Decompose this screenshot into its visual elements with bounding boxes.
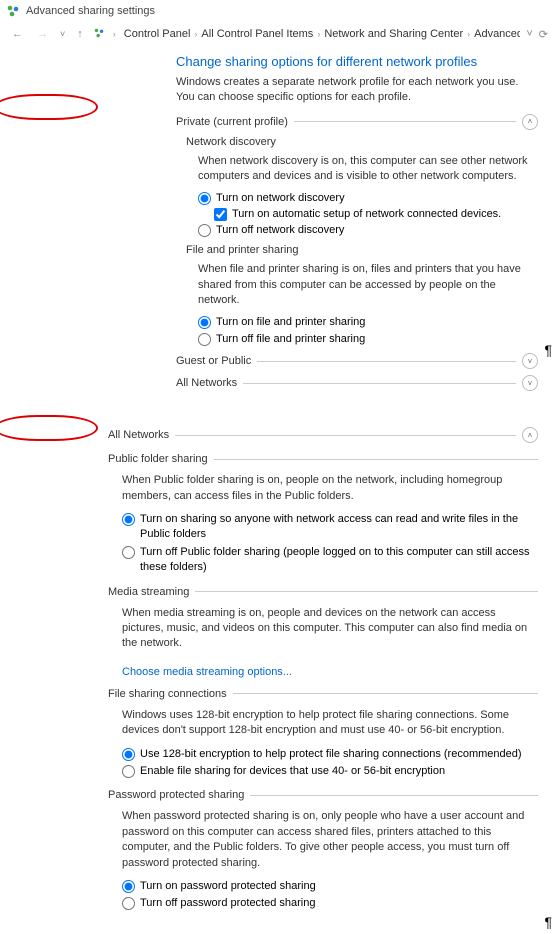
radio-group-network-discovery: Turn on network discovery Turn on automa… xyxy=(198,191,538,239)
refresh-dropdown-icon[interactable]: ˅ xyxy=(526,28,532,41)
radio-group-public-folder: Turn on sharing so anyone with network a… xyxy=(122,512,538,576)
expand-icon[interactable]: ˅ xyxy=(522,375,538,391)
desc-file-printer: When file and printer sharing is on, fil… xyxy=(198,262,534,308)
section-private-title: Private (current profile) xyxy=(176,116,288,128)
forward-button[interactable]: → xyxy=(33,26,52,42)
expand-icon[interactable]: ˅ xyxy=(522,353,538,369)
breadcrumb-icon xyxy=(93,27,105,42)
radio-pf-off[interactable]: Turn off Public folder sharing (people l… xyxy=(122,545,538,576)
window-titlebar: Advanced sharing settings xyxy=(0,0,556,22)
collapse-icon[interactable]: ˄ xyxy=(522,427,538,443)
back-button[interactable]: ← xyxy=(8,26,27,42)
radio-input[interactable] xyxy=(122,546,135,559)
crumb-control-panel[interactable]: Control Panel xyxy=(124,28,191,40)
radio-group-file-printer: Turn on file and printer sharing Turn of… xyxy=(198,315,538,348)
breadcrumb: Control Panel › All Control Panel Items … xyxy=(124,28,521,40)
crumb-advanced-sharing[interactable]: Advanced sharing settings xyxy=(474,28,520,40)
radio-nd-on[interactable]: Turn on network discovery xyxy=(198,191,538,206)
subhead-public-folder: Public folder sharing xyxy=(108,453,538,465)
radio-input[interactable] xyxy=(198,224,211,237)
section-private[interactable]: Private (current profile) ˄ xyxy=(176,114,538,130)
up-button[interactable]: ↑ xyxy=(73,26,87,42)
radio-input[interactable] xyxy=(122,765,135,778)
crumb-all-items[interactable]: All Control Panel Items xyxy=(201,28,313,40)
radio-input[interactable] xyxy=(122,880,135,893)
chevron-right-icon: › xyxy=(111,29,118,39)
refresh-icon[interactable]: ⟳ xyxy=(539,28,548,41)
radio-input[interactable] xyxy=(198,333,211,346)
page-subtext: Windows creates a separate network profi… xyxy=(176,75,538,106)
divider xyxy=(257,361,516,362)
subhead-password: Password protected sharing xyxy=(108,789,538,801)
chevron-right-icon: › xyxy=(465,29,472,39)
content-upper: Change sharing options for different net… xyxy=(0,46,556,413)
annotation-circle-allnetworks xyxy=(0,415,98,441)
subhead-network-discovery: Network discovery xyxy=(186,136,538,148)
section-allnetworks-title: All Networks xyxy=(108,429,169,441)
divider xyxy=(214,459,538,460)
radio-group-password: Turn on password protected sharing Turn … xyxy=(122,879,538,912)
crumb-network-center[interactable]: Network and Sharing Center xyxy=(324,28,463,40)
desc-encryption: Windows uses 128-bit encryption to help … xyxy=(122,708,534,739)
pilcrow-mark: ¶ xyxy=(544,342,552,358)
divider xyxy=(175,435,516,436)
radio-input[interactable] xyxy=(122,897,135,910)
network-icon xyxy=(6,4,20,18)
subhead-file-printer: File and printer sharing xyxy=(186,244,538,256)
divider xyxy=(294,121,516,122)
radio-group-encryption: Use 128-bit encryption to help protect f… xyxy=(122,747,538,780)
link-media-options[interactable]: Choose media streaming options... xyxy=(122,666,292,678)
radio-input[interactable] xyxy=(122,748,135,761)
desc-media: When media streaming is on, people and d… xyxy=(122,606,534,652)
desc-password: When password protected sharing is on, o… xyxy=(122,809,534,871)
radio-nd-off[interactable]: Turn off network discovery xyxy=(198,223,538,238)
section-guest-title: Guest or Public xyxy=(176,355,251,367)
nav-row: ← → ˅ ↑ › Control Panel › All Control Pa… xyxy=(0,22,556,46)
desc-network-discovery: When network discovery is on, this compu… xyxy=(198,154,534,185)
chevron-right-icon: › xyxy=(192,29,199,39)
divider xyxy=(195,591,538,592)
collapse-icon[interactable]: ˄ xyxy=(522,114,538,130)
window-title: Advanced sharing settings xyxy=(26,5,155,17)
radio-enc-128[interactable]: Use 128-bit encryption to help protect f… xyxy=(122,747,538,762)
subhead-encryption: File sharing connections xyxy=(108,688,538,700)
divider xyxy=(233,693,538,694)
radio-pw-on[interactable]: Turn on password protected sharing xyxy=(122,879,538,894)
page-heading: Change sharing options for different net… xyxy=(176,54,538,69)
radio-fp-on[interactable]: Turn on file and printer sharing xyxy=(198,315,538,330)
radio-input[interactable] xyxy=(122,513,135,526)
radio-fp-off[interactable]: Turn off file and printer sharing xyxy=(198,332,538,347)
divider xyxy=(250,795,538,796)
divider xyxy=(243,383,516,384)
section-allnetworks-collapsed[interactable]: All Networks ˅ xyxy=(176,375,538,391)
radio-pw-off[interactable]: Turn off password protected sharing xyxy=(122,896,538,911)
desc-public-folder: When Public folder sharing is on, people… xyxy=(122,473,534,504)
recent-dropdown[interactable]: ˅ xyxy=(58,29,67,39)
radio-input[interactable] xyxy=(198,316,211,329)
section-allnetworks-collapsed-title: All Networks xyxy=(176,377,237,389)
pilcrow-mark: ¶ xyxy=(544,914,552,930)
radio-enc-4056[interactable]: Enable file sharing for devices that use… xyxy=(122,764,538,779)
section-guest[interactable]: Guest or Public ˅ xyxy=(176,353,538,369)
subhead-media: Media streaming xyxy=(108,586,538,598)
section-allnetworks[interactable]: All Networks ˄ xyxy=(108,427,538,443)
content-lower: All Networks ˄ Public folder sharing Whe… xyxy=(0,413,556,933)
radio-pf-on[interactable]: Turn on sharing so anyone with network a… xyxy=(122,512,538,543)
checkbox-input[interactable] xyxy=(214,208,227,221)
checkbox-nd-auto[interactable]: Turn on automatic setup of network conne… xyxy=(214,208,538,221)
radio-input[interactable] xyxy=(198,192,211,205)
annotation-circle-private xyxy=(0,94,98,120)
chevron-right-icon: › xyxy=(315,29,322,39)
